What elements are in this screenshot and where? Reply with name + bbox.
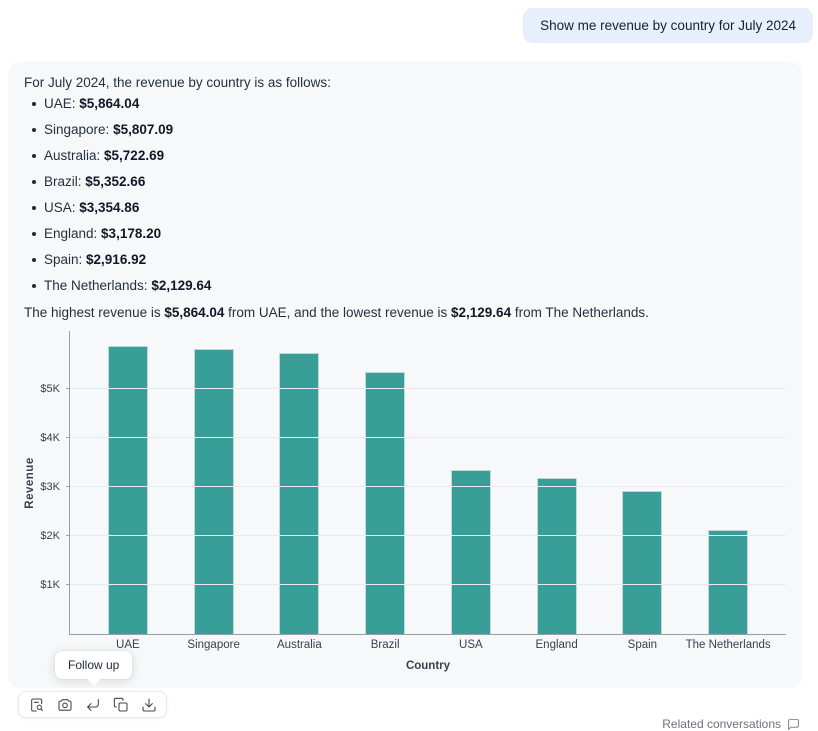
revenue-amount: $2,916.92 [86,252,146,267]
summary-lowest-value: $2,129.64 [451,305,511,320]
country-label: USA: [44,200,79,215]
revenue-amount: $5,722.69 [104,148,164,163]
gridline [70,388,786,389]
x-tick-label: England [536,639,578,651]
x-tick-label: Brazil [371,639,400,651]
y-tick-label: $5K [40,383,60,395]
related-conversations-link[interactable]: Related conversations [662,717,800,731]
revenue-list-item: USA: $3,354.86 [32,200,786,216]
revenue-amount: $5,352.66 [85,174,145,189]
tooltip-label: Follow up [68,658,119,672]
revenue-bar[interactable] [708,530,748,634]
y-tick-mark [66,437,70,438]
copy-button[interactable] [112,696,129,713]
response-summary: The highest revenue is $5,864.04 from UA… [24,304,786,322]
x-tick-label: UAE [116,639,140,651]
revenue-amount: $3,178.20 [101,226,161,241]
bar-slot: Australia [257,331,343,634]
follow-up-return-icon [85,697,101,713]
summary-highest-value: $5,864.04 [164,305,224,320]
view-data-button[interactable] [28,696,45,713]
revenue-bar[interactable] [622,491,662,634]
y-tick-label: $1K [40,579,60,591]
summary-suffix: from The Netherlands. [511,305,649,320]
user-message-bubble: Show me revenue by country for July 2024 [523,8,813,43]
country-label: Singapore: [44,122,113,137]
screenshot-button[interactable] [56,696,73,713]
assistant-response-card: For July 2024, the revenue by country is… [8,62,802,688]
gridline [70,437,786,438]
revenue-list: UAE: $5,864.04 Singapore: $5,807.09 Austra… [24,96,786,294]
y-tick-label: $2K [40,530,60,542]
revenue-list-item: UAE: $5,864.04 [32,96,786,112]
revenue-list-item: Australia: $5,722.69 [32,148,786,164]
revenue-amount: $5,807.09 [113,122,173,137]
revenue-list-item: Spain: $2,916.92 [32,252,786,268]
bar-slot: Singapore [171,331,257,634]
gridline [70,486,786,487]
bar-slot: USA [428,331,514,634]
revenue-list-item: England: $3,178.20 [32,226,786,242]
bar-slot: UAE [85,331,171,634]
gridline [70,535,786,536]
revenue-list-item: Singapore: $5,807.09 [32,122,786,138]
revenue-list-item: Brazil: $5,352.66 [32,174,786,190]
revenue-amount: $2,129.64 [151,278,211,293]
revenue-bar[interactable] [194,349,234,634]
x-tick-label: The Netherlands [686,639,771,651]
x-tick-label: Spain [628,639,657,651]
summary-prefix: The highest revenue is [24,305,164,320]
revenue-bar[interactable] [108,346,148,634]
country-label: Brazil: [44,174,85,189]
country-label: The Netherlands: [44,278,151,293]
revenue-bar[interactable] [451,470,491,634]
bar-slot: England [514,331,600,634]
chart-action-toolbar [18,691,167,718]
x-tick-label: Australia [277,639,322,651]
country-label: UAE: [44,96,79,111]
follow-up-button[interactable] [84,696,101,713]
revenue-amount: $3,354.86 [79,200,139,215]
copy-icon [113,697,129,713]
bars-container: UAE Singapore Australia Brazil USA Engla… [70,331,786,634]
summary-middle: from UAE, and the lowest revenue is [224,305,451,320]
camera-icon [57,697,73,713]
gridline [70,584,786,585]
x-tick-label: Singapore [187,639,239,651]
country-label: Australia: [44,148,104,163]
y-tick-label: $3K [40,481,60,493]
revenue-amount: $5,864.04 [79,96,139,111]
x-tick-label: USA [459,639,483,651]
download-icon [141,697,157,713]
y-tick-mark [66,535,70,536]
response-intro: For July 2024, the revenue by country is… [24,74,786,92]
y-tick-mark [66,388,70,389]
view-data-icon [29,697,45,713]
y-tick-label: $4K [40,432,60,444]
revenue-bar[interactable] [365,372,405,634]
bar-slot: Brazil [342,331,428,634]
revenue-bar[interactable] [537,478,577,634]
follow-up-tooltip: Follow up [55,651,132,679]
related-conversations-icon [787,718,800,731]
user-message-text: Show me revenue by country for July 2024 [540,18,796,33]
bar-slot: Spain [600,331,686,634]
y-tick-mark [66,584,70,585]
country-label: England: [44,226,101,241]
country-label: Spain: [44,252,86,267]
revenue-list-item: The Netherlands: $2,129.64 [32,278,786,294]
revenue-bar[interactable] [279,353,319,634]
y-tick-mark [66,486,70,487]
plot-area: Revenue Country UAE Singapore Australia … [69,331,786,635]
y-axis-title: Revenue [24,457,36,508]
related-conversations-label: Related conversations [662,717,781,731]
bar-slot: The Netherlands [685,331,771,634]
x-axis-title: Country [70,660,786,672]
revenue-bar-chart: Revenue Country UAE Singapore Australia … [24,331,786,681]
download-button[interactable] [140,696,157,713]
